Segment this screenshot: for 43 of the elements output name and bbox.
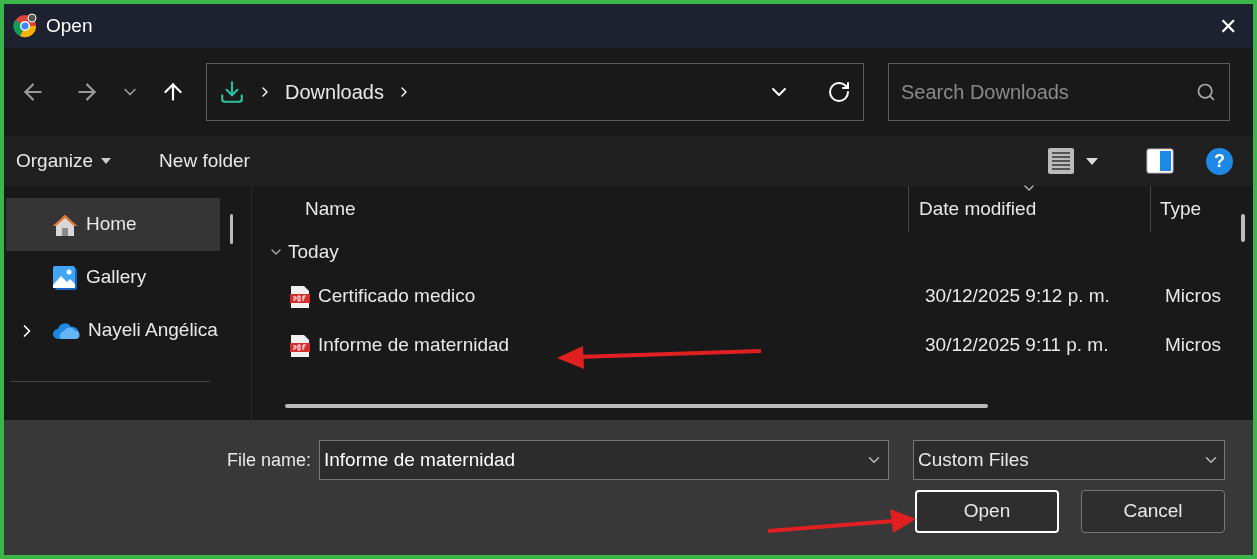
breadcrumb-item[interactable]: Downloads: [285, 77, 384, 107]
type-cell-text: Micros: [1165, 333, 1221, 358]
column-header[interactable]: Name: [268, 194, 908, 224]
house-icon: [52, 212, 78, 237]
file-row[interactable]: Informe de maternidad 30/12/2025 9:11 p. m. Micros: [268, 321, 1229, 370]
preview-pane-icon[interactable]: [1146, 148, 1174, 174]
pdf-file-icon: [290, 284, 310, 309]
close-button[interactable]: ✕: [1211, 9, 1245, 43]
field-label: File name:: [226, 448, 311, 472]
image-icon: [52, 264, 78, 291]
column-header[interactable]: Date modified: [908, 186, 1150, 232]
date-cell-text: 30/12/2025 9:11 p. m.: [925, 333, 1110, 358]
sidebar-scrollbar[interactable]: [230, 214, 233, 244]
sidebar-item[interactable]: Home: [6, 198, 220, 251]
horizontal-scrollbar[interactable]: [285, 404, 988, 408]
cloud-icon: [52, 321, 80, 340]
help-button[interactable]: ?: [1206, 147, 1233, 175]
new-folder-button[interactable]: New folder: [159, 146, 250, 176]
organize-button[interactable]: Organize: [16, 146, 112, 176]
pdf-file-icon: [290, 333, 310, 358]
search-icon: [1196, 82, 1216, 102]
file-name: Certificado medico: [318, 284, 476, 309]
sidebar-item[interactable]: Gallery: [6, 251, 220, 304]
column-header[interactable]: Type: [1150, 186, 1202, 232]
dialog-button[interactable]: Cancel: [1081, 490, 1225, 533]
list-view-icon[interactable]: [1048, 148, 1074, 174]
group-header[interactable]: Today: [288, 237, 339, 267]
date-cell-text: 30/12/2025 9:12 p. m.: [925, 284, 1111, 309]
address-bar[interactable]: Downloads: [206, 63, 864, 121]
window-title: Open: [46, 13, 94, 38]
refresh-icon[interactable]: [827, 80, 851, 104]
file-type-dropdown[interactable]: Custom Files: [913, 440, 1225, 480]
vertical-scrollbar[interactable]: [1241, 214, 1245, 242]
dialog-button[interactable]: Open: [915, 490, 1059, 533]
browser-logo-icon: [12, 13, 38, 39]
download-icon: [219, 79, 245, 105]
type-cell-text: Micros: [1165, 284, 1221, 309]
sidebar-item[interactable]: Nayeli Angélica: [6, 304, 220, 357]
file-name-field[interactable]: Informe de maternidad: [319, 440, 889, 480]
search-field[interactable]: Search Downloads: [888, 63, 1230, 121]
file-row[interactable]: Certificado medico 30/12/2025 9:12 p. m. Micros: [268, 272, 1229, 321]
file-name: Informe de maternidad: [318, 333, 510, 358]
view-dropdown-icon[interactable]: [1086, 157, 1098, 165]
